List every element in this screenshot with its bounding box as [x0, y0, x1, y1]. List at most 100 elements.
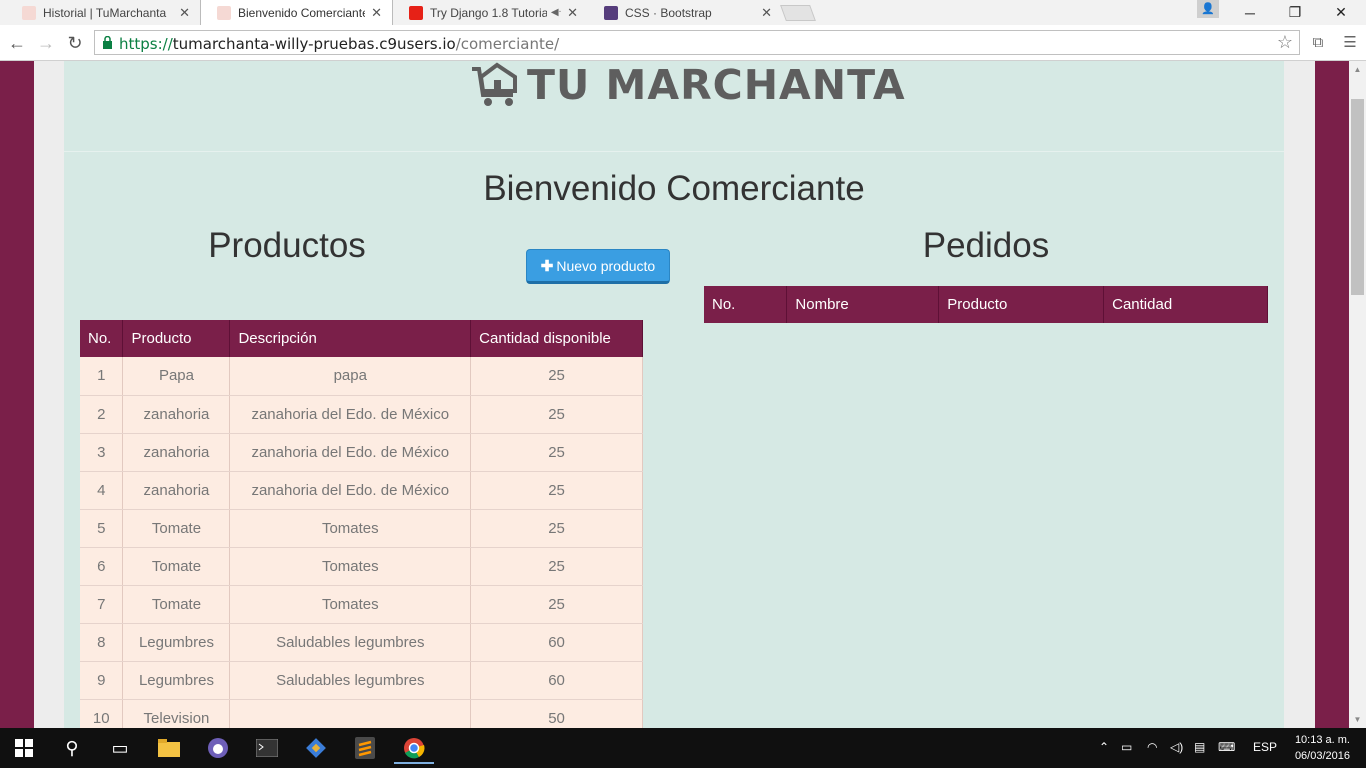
table-row: 10 Television 50 — [80, 699, 643, 728]
bookmark-star-icon[interactable]: ☆ — [1277, 32, 1293, 53]
productos-heading: Productos — [208, 226, 366, 265]
page-scrollbar[interactable]: ▲ ▼ — [1349, 61, 1366, 728]
table-cell: Tomate — [122, 585, 231, 624]
table-cell: 8 — [80, 623, 124, 662]
tab-bootstrap[interactable]: CSS · Bootstrap ✕ — [588, 0, 782, 25]
table-row: 5 Tomate Tomates 25 — [80, 509, 643, 548]
column-header: No. — [80, 320, 124, 357]
divider — [64, 151, 1284, 152]
table-cell: zanahoria del Edo. de México — [229, 471, 472, 510]
table-cell: papa — [229, 357, 472, 396]
table-cell: 10 — [80, 699, 124, 728]
back-button[interactable]: ← — [5, 31, 29, 55]
tab-django[interactable]: Try Django 1.8 Tutorial ◀︎ᐧ ✕ — [393, 0, 588, 25]
scrollbar-thumb[interactable] — [1351, 99, 1364, 295]
keyboard-icon[interactable]: ⌨ — [1218, 740, 1235, 754]
reload-button[interactable]: ↻ — [63, 31, 87, 55]
sublime-text-icon[interactable] — [349, 732, 381, 764]
table-cell: 4 — [80, 471, 124, 510]
git-gui-icon[interactable] — [300, 732, 332, 764]
table-cell: 25 — [470, 433, 643, 472]
browser-toolbar: ← → ↻ https://tumarchanta-willy-pruebas.… — [0, 25, 1366, 61]
pedidos-heading: Pedidos — [922, 226, 1050, 265]
close-icon[interactable]: ✕ — [371, 5, 382, 21]
scroll-down-icon[interactable]: ▼ — [1349, 711, 1366, 728]
table-cell: zanahoria — [122, 471, 231, 510]
table-header-row: No. Nombre Producto Cantidad — [704, 286, 1268, 323]
table-row: 2 zanahoria zanahoria del Edo. de México 25 — [80, 395, 643, 434]
url-path: /comerciante/ — [455, 35, 560, 53]
minimize-button[interactable]: ─ — [1227, 0, 1273, 25]
table-cell: 25 — [470, 395, 643, 434]
pedidos-table: No. Nombre Producto Cantidad — [704, 286, 1268, 323]
site-favicon-icon — [217, 5, 231, 20]
table-cell: 25 — [470, 585, 643, 624]
windows-taskbar: ⚲ ▭ ⌃ ▭ ◠ ◁) ▤ ⌨ ESP 10:13 a. m. 06/03/2… — [0, 728, 1366, 768]
tab-strip: Historial | TuMarchanta ✕ Bienvenido Com… — [0, 0, 1366, 25]
tab-historial[interactable]: Historial | TuMarchanta ✕ — [6, 0, 200, 25]
github-icon[interactable] — [202, 732, 234, 764]
column-header: Cantidad disponible — [470, 320, 643, 357]
table-cell: 7 — [80, 585, 124, 624]
table-cell: 1 — [80, 357, 124, 396]
new-tab-button[interactable] — [780, 5, 816, 21]
profile-icon[interactable]: 👤 — [1197, 0, 1219, 18]
clock[interactable]: 10:13 a. m. 06/03/2016 — [1295, 732, 1350, 764]
new-product-button[interactable]: ✚ Nuevo producto — [526, 249, 670, 284]
chrome-icon[interactable] — [394, 732, 434, 764]
table-cell: Legumbres — [122, 661, 231, 700]
table-cell: Tomate — [122, 547, 231, 586]
page-viewport: TU MARCHANTA Bienvenido Comerciante Prod… — [0, 61, 1349, 728]
task-view-icon[interactable]: ▭ — [104, 732, 136, 764]
tab-title: Try Django 1.8 Tutorial — [430, 5, 547, 20]
table-cell: Tomate — [122, 509, 231, 548]
extension-icon[interactable]: ⧉ — [1308, 33, 1328, 53]
table-cell: 25 — [470, 357, 643, 396]
table-cell: 9 — [80, 661, 124, 700]
volume-icon[interactable]: ◁) — [1170, 740, 1183, 754]
table-cell: Tomates — [229, 585, 472, 624]
table-cell: 2 — [80, 395, 124, 434]
close-window-button[interactable]: ✕ — [1318, 0, 1364, 25]
language-indicator[interactable]: ESP — [1253, 740, 1277, 754]
tab-bienvenido[interactable]: Bienvenido Comerciante | ✕ — [200, 0, 393, 25]
forward-button[interactable]: → — [34, 31, 58, 55]
scroll-up-icon[interactable]: ▲ — [1349, 61, 1366, 78]
table-row: 3 zanahoria zanahoria del Edo. de México 25 — [80, 433, 643, 472]
tab-title: CSS · Bootstrap — [625, 5, 712, 20]
wifi-icon[interactable]: ◠ — [1147, 740, 1157, 754]
address-bar[interactable]: https://tumarchanta-willy-pruebas.c9user… — [94, 30, 1300, 55]
table-cell: Papa — [122, 357, 231, 396]
close-icon[interactable]: ✕ — [761, 5, 772, 21]
table-cell: 25 — [470, 547, 643, 586]
restore-button[interactable]: ❐ — [1272, 0, 1318, 25]
url-scheme: https:// — [119, 35, 173, 53]
file-explorer-icon[interactable] — [153, 732, 185, 764]
close-icon[interactable]: ✕ — [567, 5, 578, 21]
table-cell: Tomates — [229, 547, 472, 586]
table-row: 6 Tomate Tomates 25 — [80, 547, 643, 586]
table-cell: 6 — [80, 547, 124, 586]
notification-icon[interactable]: ▤ — [1194, 740, 1205, 754]
speaker-muted-icon[interactable]: ◀︎ᐧ — [551, 7, 561, 18]
site-logo[interactable]: TU MARCHANTA — [469, 61, 906, 109]
column-header: Producto — [122, 320, 231, 357]
menu-icon[interactable]: ☰ — [1340, 33, 1360, 53]
search-icon[interactable]: ⚲ — [56, 732, 88, 764]
url-host: tumarchanta-willy-pruebas.c9users.io — [172, 35, 456, 53]
column-header: No. — [704, 286, 788, 323]
battery-icon[interactable]: ▭ — [1121, 740, 1132, 754]
windows-start-icon[interactable] — [8, 732, 40, 764]
clock-date: 06/03/2016 — [1294, 750, 1350, 762]
table-row: 8 Legumbres Saludables legumbres 60 — [80, 623, 643, 662]
table-row: 4 zanahoria zanahoria del Edo. de México 25 — [80, 471, 643, 510]
active-app-indicator — [394, 762, 434, 764]
table-cell: zanahoria — [122, 433, 231, 472]
chevron-up-icon[interactable]: ⌃ — [1099, 740, 1109, 754]
table-cell: Television — [122, 699, 231, 728]
terminal-icon[interactable] — [251, 732, 283, 764]
plus-icon: ✚ — [540, 257, 554, 275]
table-cell: 60 — [470, 623, 643, 662]
close-icon[interactable]: ✕ — [179, 5, 190, 21]
lock-icon — [103, 36, 112, 49]
